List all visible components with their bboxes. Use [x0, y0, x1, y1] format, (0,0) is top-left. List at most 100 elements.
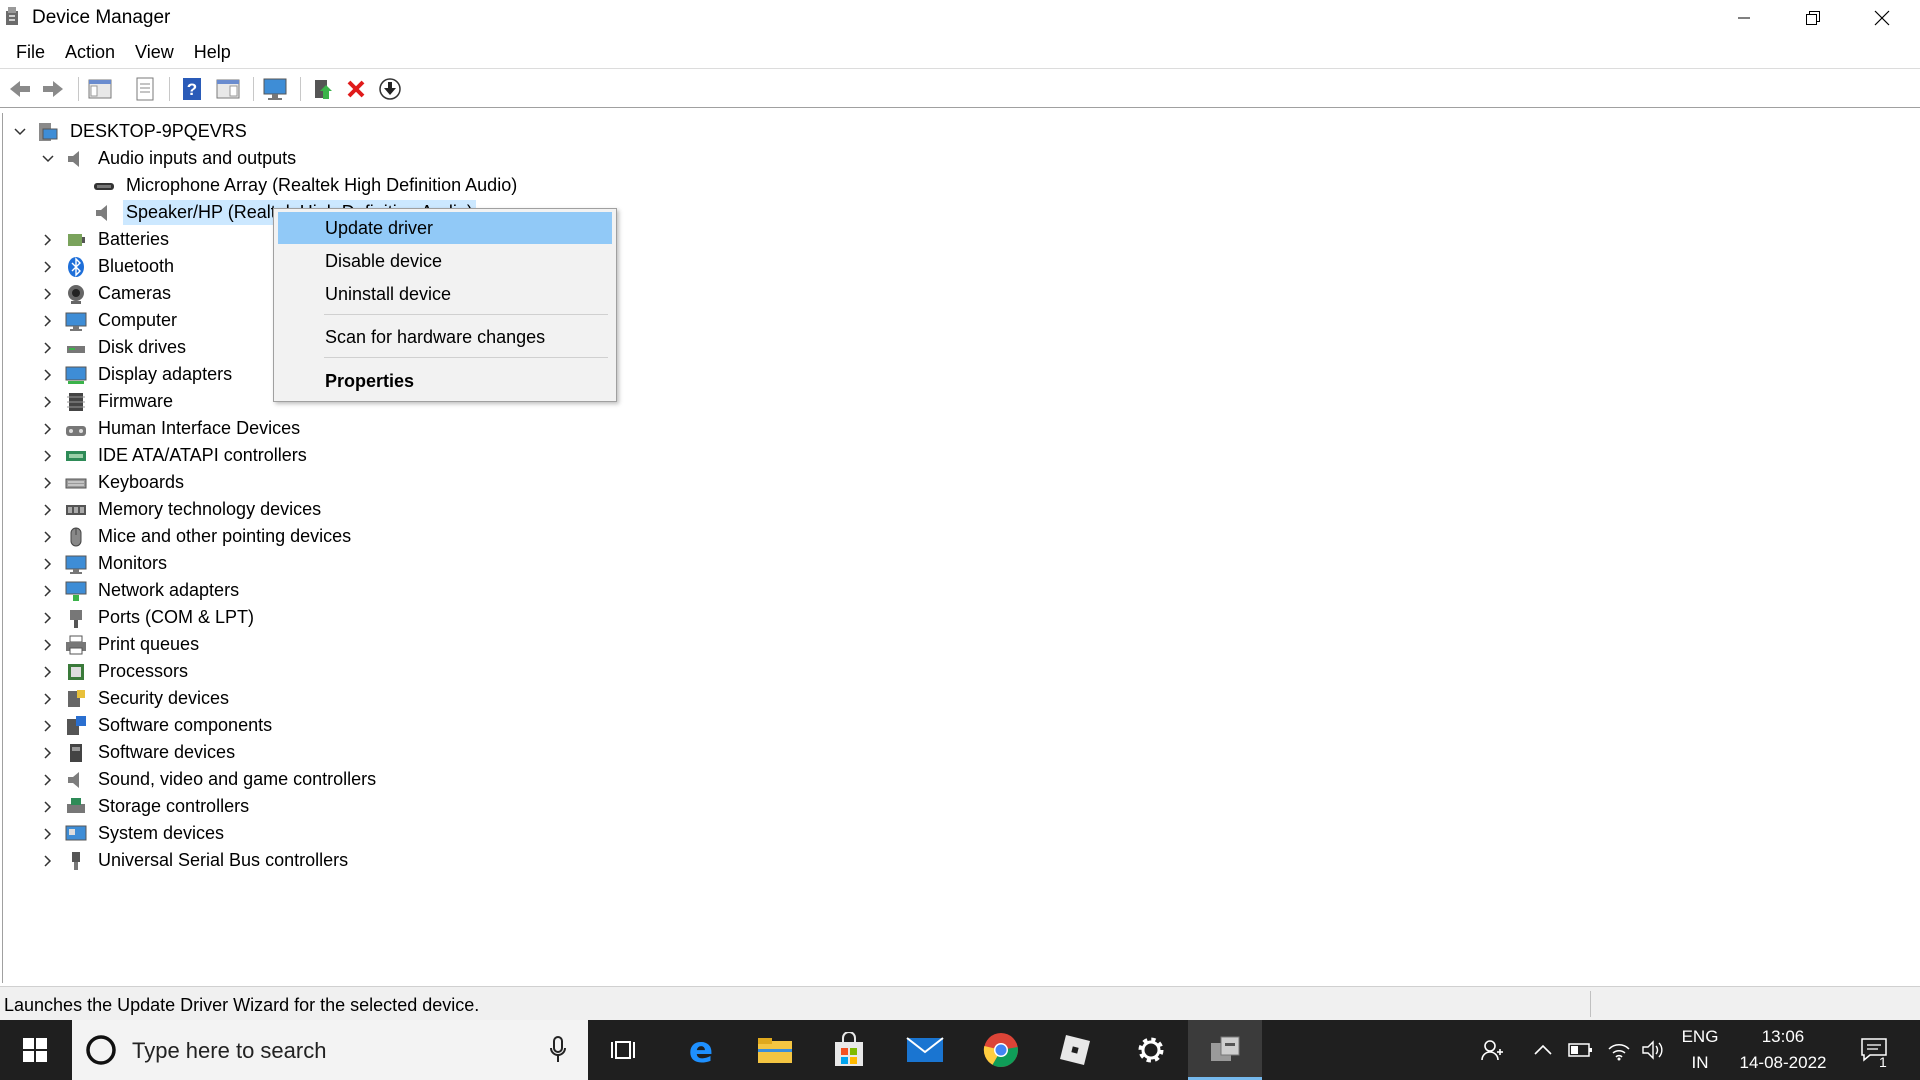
tree-category-universal-serial-bus-controllers[interactable]: Universal Serial Bus controllers	[41, 847, 351, 874]
tree-root[interactable]: DESKTOP-9PQEVRS	[13, 118, 250, 145]
action-center-button[interactable]: 1	[1850, 1020, 1900, 1080]
tree-device-microphone[interactable]: Microphone Array (Realtek High Definitio…	[83, 172, 520, 199]
tree-category-memory-technology-devices[interactable]: Memory technology devices	[41, 496, 324, 523]
taskbar-roblox[interactable]	[1038, 1020, 1112, 1080]
people-button[interactable]	[1476, 1020, 1508, 1080]
tree-category-network-adapters[interactable]: Network adapters	[41, 577, 242, 604]
taskbar-chrome[interactable]	[964, 1020, 1038, 1080]
ctx-scan-hardware[interactable]: Scan for hardware changes	[278, 321, 612, 353]
forward-button[interactable]	[39, 75, 67, 103]
help-button[interactable]: ?	[178, 75, 206, 103]
expand-chevron-icon[interactable]	[41, 611, 55, 625]
tree-category-processors[interactable]: Processors	[41, 658, 191, 685]
tree-category-cameras[interactable]: Cameras	[41, 280, 174, 307]
ctx-properties[interactable]: Properties	[278, 365, 612, 397]
network-tray-button[interactable]	[1604, 1020, 1634, 1080]
menu-view[interactable]: View	[125, 38, 184, 67]
expand-chevron-icon[interactable]	[41, 854, 55, 868]
language-indicator[interactable]: ENG IN	[1672, 1020, 1728, 1080]
taskbar-store[interactable]	[812, 1020, 886, 1080]
tree-category-mice-and-other-pointing-devices[interactable]: Mice and other pointing devices	[41, 523, 354, 550]
root-label: DESKTOP-9PQEVRS	[70, 121, 247, 141]
tree-category-human-interface-devices[interactable]: Human Interface Devices	[41, 415, 303, 442]
scan-hardware-button[interactable]	[262, 75, 290, 103]
download-button[interactable]	[376, 75, 404, 103]
close-button[interactable]	[1847, 0, 1916, 36]
expand-chevron-icon[interactable]	[41, 341, 55, 355]
tree-category-disk-drives[interactable]: Disk drives	[41, 334, 189, 361]
expand-chevron-icon[interactable]	[41, 368, 55, 382]
expand-chevron-icon[interactable]	[41, 233, 55, 247]
properties-button[interactable]	[131, 75, 159, 103]
expand-chevron-icon[interactable]	[41, 503, 55, 517]
tree-category-system-devices[interactable]: System devices	[41, 820, 227, 847]
ctx-disable-device[interactable]: Disable device	[278, 245, 612, 277]
expand-chevron-icon[interactable]	[41, 773, 55, 787]
menu-file[interactable]: File	[6, 38, 55, 67]
expand-chevron-icon[interactable]	[41, 665, 55, 679]
show-hide-console-tree-button[interactable]	[86, 75, 114, 103]
tree-category-keyboards[interactable]: Keyboards	[41, 469, 187, 496]
tree-category-bluetooth[interactable]: Bluetooth	[41, 253, 177, 280]
expand-chevron-icon[interactable]	[41, 422, 55, 436]
expand-chevron-icon[interactable]	[41, 449, 55, 463]
back-button[interactable]	[6, 75, 34, 103]
taskbar-edge[interactable]: e	[664, 1020, 738, 1080]
tree-category-firmware[interactable]: Firmware	[41, 388, 176, 415]
show-hidden-icons-button[interactable]	[1528, 1020, 1558, 1080]
expand-chevron-icon[interactable]	[41, 314, 55, 328]
battery-tray-button[interactable]	[1566, 1020, 1596, 1080]
restore-button[interactable]	[1778, 0, 1847, 36]
tree-category-storage-controllers[interactable]: Storage controllers	[41, 793, 252, 820]
start-button[interactable]	[0, 1020, 70, 1080]
tree-category-software-devices[interactable]: Software devices	[41, 739, 238, 766]
expand-chevron-icon[interactable]	[41, 287, 55, 301]
volume-tray-button[interactable]	[1638, 1020, 1668, 1080]
tree-category-software-components[interactable]: Software components	[41, 712, 275, 739]
taskbar-file-explorer[interactable]	[738, 1020, 812, 1080]
expand-chevron-icon[interactable]	[41, 638, 55, 652]
tree-category-ports-com-lpt[interactable]: Ports (COM & LPT)	[41, 604, 257, 631]
update-driver-button[interactable]	[308, 75, 336, 103]
view-button[interactable]	[214, 75, 242, 103]
expand-chevron-icon[interactable]	[41, 719, 55, 733]
minimize-button[interactable]	[1709, 0, 1778, 36]
tree-category-monitors[interactable]: Monitors	[41, 550, 170, 577]
expand-chevron-icon[interactable]	[41, 395, 55, 409]
expand-chevron-icon[interactable]	[41, 584, 55, 598]
expand-chevron-icon[interactable]	[41, 530, 55, 544]
collapse-chevron-icon[interactable]	[13, 125, 27, 139]
category-label: Sound, video and game controllers	[98, 769, 377, 789]
ctx-uninstall-device[interactable]: Uninstall device	[278, 278, 612, 310]
tree-category-computer[interactable]: Computer	[41, 307, 180, 334]
microphone-icon[interactable]	[548, 1036, 568, 1064]
svg-text:?: ?	[187, 80, 197, 99]
expand-chevron-icon[interactable]	[41, 746, 55, 760]
tree-category-batteries[interactable]: Batteries	[41, 226, 172, 253]
menu-help[interactable]: Help	[184, 38, 241, 67]
menu-action[interactable]: Action	[55, 38, 125, 67]
task-view-button[interactable]	[588, 1020, 662, 1080]
taskbar-settings[interactable]	[1114, 1020, 1188, 1080]
tree-category-audio[interactable]: Audio inputs and outputs	[41, 145, 299, 172]
expand-chevron-icon[interactable]	[41, 827, 55, 841]
expand-chevron-icon[interactable]	[41, 692, 55, 706]
tree-category-ide-ata-atapi-controllers[interactable]: IDE ATA/ATAPI controllers	[41, 442, 310, 469]
expand-chevron-icon[interactable]	[41, 476, 55, 490]
expand-chevron-icon[interactable]	[41, 260, 55, 274]
expand-chevron-icon[interactable]	[41, 557, 55, 571]
tree-category-sound-video-and-game-controllers[interactable]: Sound, video and game controllers	[41, 766, 379, 793]
expand-chevron-icon[interactable]	[41, 800, 55, 814]
uninstall-button[interactable]	[342, 75, 370, 103]
tree-category-security-devices[interactable]: Security devices	[41, 685, 232, 712]
minimize-icon	[1737, 17, 1750, 19]
tree-category-print-queues[interactable]: Print queues	[41, 631, 202, 658]
ctx-update-driver[interactable]: Update driver	[278, 212, 612, 244]
tree-category-display-adapters[interactable]: Display adapters	[41, 361, 235, 388]
taskbar-device-manager[interactable]	[1188, 1020, 1262, 1080]
taskbar-search-box[interactable]: Type here to search	[72, 1020, 588, 1080]
taskbar-mail[interactable]	[888, 1020, 962, 1080]
clock[interactable]: 13:06 14-08-2022	[1728, 1020, 1838, 1080]
category-label: Security devices	[98, 688, 230, 708]
collapse-chevron-icon[interactable]	[41, 152, 55, 166]
